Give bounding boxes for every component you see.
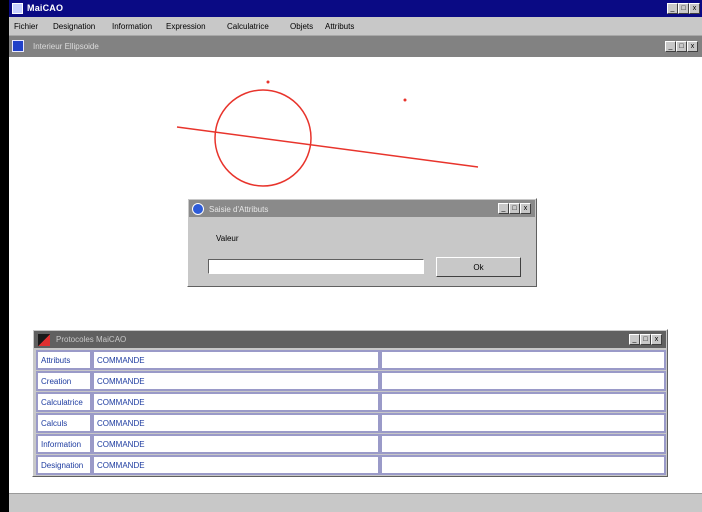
- row-command-cell[interactable]: COMMANDE: [92, 413, 380, 433]
- value-input[interactable]: [208, 259, 424, 274]
- row-extra-cell[interactable]: [380, 392, 666, 412]
- dialog-maximize-button[interactable]: □: [509, 203, 520, 214]
- table-row[interactable]: Creation COMMANDE: [36, 371, 666, 391]
- menu-information[interactable]: Information: [112, 22, 152, 31]
- row-extra-cell[interactable]: [380, 455, 666, 475]
- table-row[interactable]: Calculs COMMANDE: [36, 413, 666, 433]
- app-titlebar[interactable]: MaiCAO _ □ x: [9, 0, 702, 17]
- value-dialog: Saisie d'Attributs _ □ x Valeur Ok: [187, 198, 537, 287]
- screen-edge: [0, 0, 9, 512]
- row-command-cell[interactable]: COMMANDE: [92, 371, 380, 391]
- row-extra-cell[interactable]: [380, 413, 666, 433]
- menu-designation[interactable]: Designation: [53, 22, 95, 31]
- row-extra-cell[interactable]: [380, 434, 666, 454]
- panel-titlebar[interactable]: Protocoles MaiCAO _ □ x: [34, 331, 666, 348]
- menu-attributs[interactable]: Attributs: [325, 22, 354, 31]
- menu-calculatrice[interactable]: Calculatrice: [227, 22, 269, 31]
- panel-close-button[interactable]: x: [651, 334, 662, 345]
- child-window-title: Interieur Ellipsoide: [33, 42, 99, 51]
- child-minimize-button[interactable]: _: [665, 41, 676, 52]
- protocol-table: Attributs COMMANDE Creation COMMANDE Cal…: [36, 350, 666, 476]
- table-row[interactable]: Attributs COMMANDE: [36, 350, 666, 370]
- child-maximize-button[interactable]: □: [676, 41, 687, 52]
- panel-minimize-button[interactable]: _: [629, 334, 640, 345]
- close-button[interactable]: x: [689, 3, 700, 14]
- minimize-button[interactable]: _: [667, 3, 678, 14]
- screen: MaiCAO _ □ x Fichier Designation Informa…: [0, 0, 702, 512]
- child-window-buttons: _ □ x: [665, 41, 698, 52]
- row-extra-cell[interactable]: [380, 350, 666, 370]
- app-icon[interactable]: [12, 3, 23, 14]
- menu-objets[interactable]: Objets: [290, 22, 313, 31]
- dialog-window-buttons: _ □ x: [498, 203, 531, 214]
- figure-line[interactable]: [176, 126, 479, 168]
- row-name-cell[interactable]: Calculatrice: [36, 392, 92, 412]
- row-extra-cell[interactable]: [380, 371, 666, 391]
- row-name-cell[interactable]: Information: [36, 434, 92, 454]
- child-window-titlebar[interactable]: Interieur Ellipsoide _ □ x: [9, 36, 702, 57]
- table-row[interactable]: Designation COMMANDE: [36, 455, 666, 475]
- dialog-close-button[interactable]: x: [520, 203, 531, 214]
- menu-expression[interactable]: Expression: [166, 22, 206, 31]
- dialog-icon[interactable]: [192, 203, 204, 215]
- row-name-cell[interactable]: Calculs: [36, 413, 92, 433]
- row-command-cell[interactable]: COMMANDE: [92, 350, 380, 370]
- table-row[interactable]: Information COMMANDE: [36, 434, 666, 454]
- status-strip: [9, 493, 702, 512]
- row-name-cell[interactable]: Creation: [36, 371, 92, 391]
- dialog-title: Saisie d'Attributs: [209, 205, 269, 214]
- row-name-cell[interactable]: Designation: [36, 455, 92, 475]
- panel-icon[interactable]: [38, 334, 50, 346]
- menubar: Fichier Designation Information Expressi…: [9, 17, 702, 36]
- dialog-titlebar[interactable]: Saisie d'Attributs _ □ x: [189, 200, 535, 217]
- value-label: Valeur: [216, 234, 239, 243]
- child-window-icon[interactable]: [12, 40, 24, 52]
- app-window-buttons: _ □ x: [667, 3, 700, 14]
- dialog-minimize-button[interactable]: _: [498, 203, 509, 214]
- panel-title: Protocoles MaiCAO: [56, 335, 127, 344]
- protocol-panel: Protocoles MaiCAO _ □ x Attributs COMMAN…: [32, 329, 668, 477]
- figure-point-top[interactable]: [266, 80, 270, 84]
- table-row[interactable]: Calculatrice COMMANDE: [36, 392, 666, 412]
- menu-fichier[interactable]: Fichier: [14, 22, 38, 31]
- figure-point-right[interactable]: [403, 98, 407, 102]
- row-command-cell[interactable]: COMMANDE: [92, 434, 380, 454]
- child-close-button[interactable]: x: [687, 41, 698, 52]
- row-name-cell[interactable]: Attributs: [36, 350, 92, 370]
- maximize-button[interactable]: □: [678, 3, 689, 14]
- panel-window-buttons: _ □ x: [629, 334, 662, 345]
- panel-maximize-button[interactable]: □: [640, 334, 651, 345]
- app-title: MaiCAO: [27, 3, 64, 13]
- row-command-cell[interactable]: COMMANDE: [92, 455, 380, 475]
- row-command-cell[interactable]: COMMANDE: [92, 392, 380, 412]
- ok-button[interactable]: Ok: [436, 257, 521, 277]
